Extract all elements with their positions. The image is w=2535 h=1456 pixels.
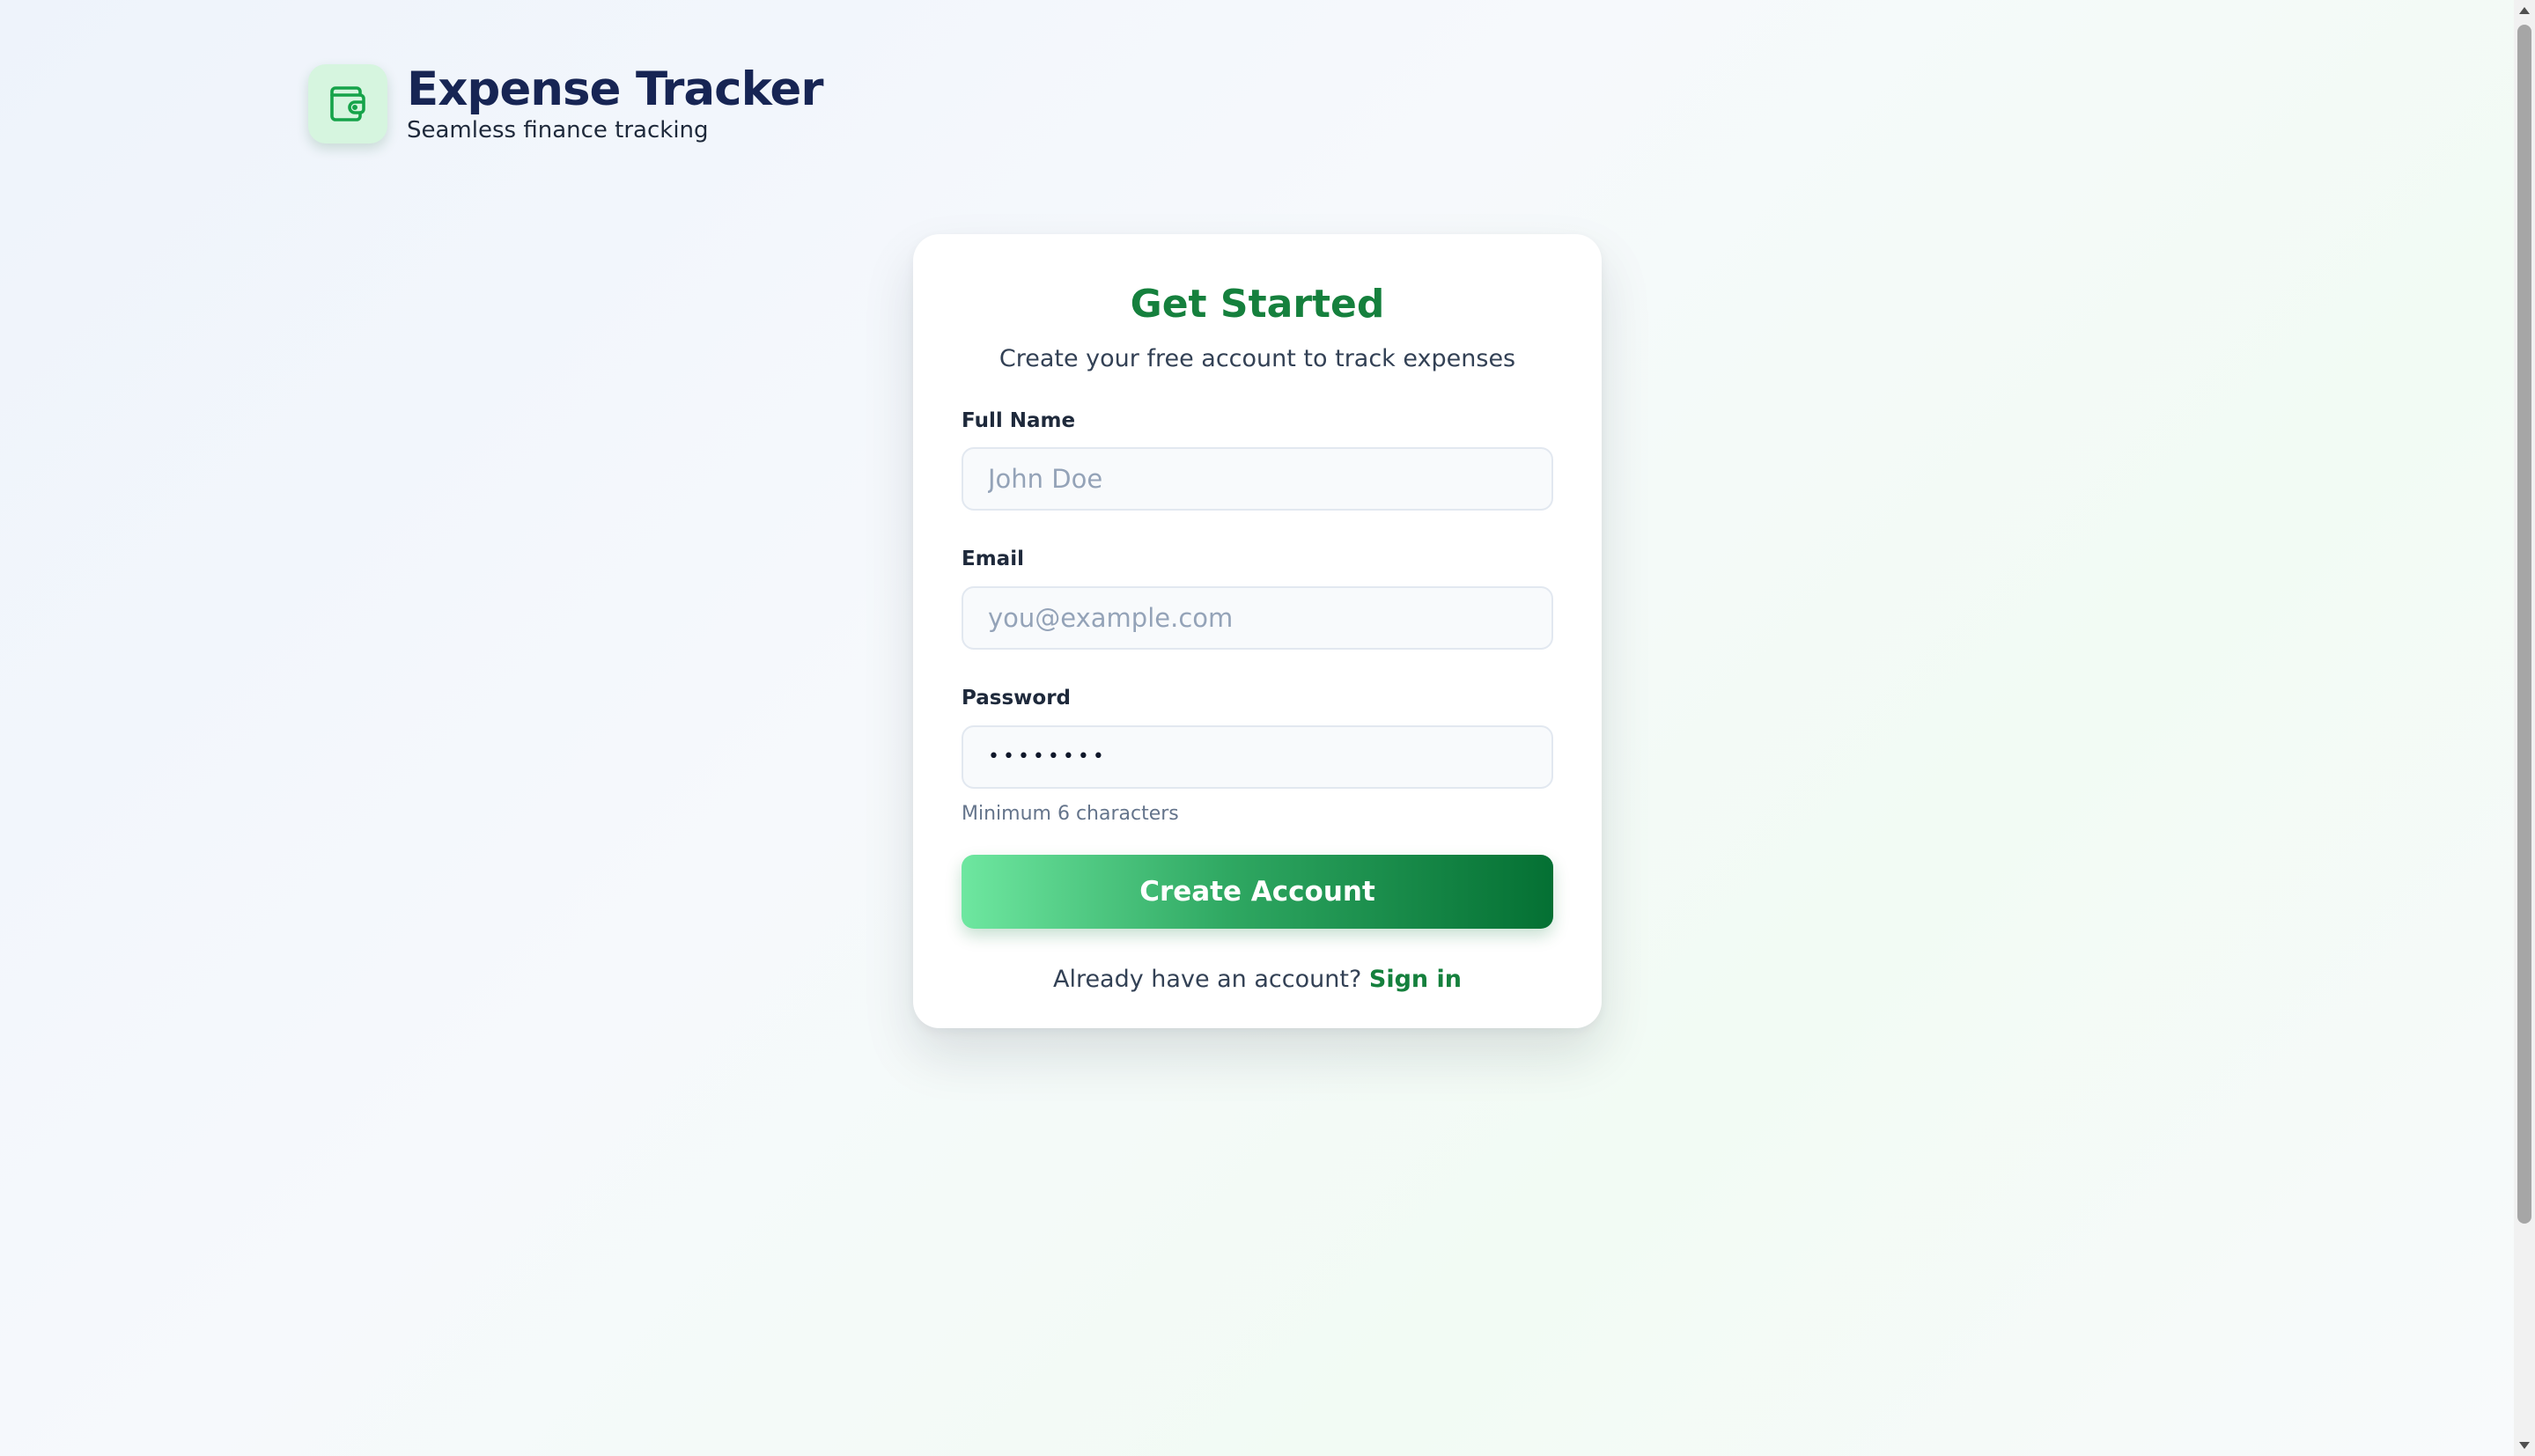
email-label: Email bbox=[962, 548, 1024, 571]
full-name-input[interactable] bbox=[962, 447, 1553, 511]
email-field: Email bbox=[962, 548, 1553, 650]
page-scrollbar[interactable] bbox=[2514, 0, 2535, 1456]
brand-header: Expense Tracker Seamless finance trackin… bbox=[308, 63, 824, 144]
scrollbar-thumb[interactable] bbox=[2517, 25, 2531, 1224]
card-subtitle: Create your free account to track expens… bbox=[999, 345, 1516, 373]
signin-link[interactable]: Sign in bbox=[1369, 966, 1462, 993]
app-title: Expense Tracker bbox=[407, 63, 824, 116]
scroll-down-arrow-icon[interactable] bbox=[2514, 1435, 2535, 1456]
signin-prompt: Already have an account? bbox=[1052, 965, 1362, 993]
card-title: Get Started bbox=[1130, 282, 1385, 327]
password-hint: Minimum 6 characters bbox=[962, 802, 1179, 825]
full-name-field: Full Name bbox=[962, 409, 1553, 511]
scroll-up-arrow-icon[interactable] bbox=[2514, 0, 2535, 21]
signin-row: Already have an account? Sign in bbox=[962, 966, 1553, 993]
password-label: Password bbox=[962, 686, 1071, 710]
password-field: Password Minimum 6 characters bbox=[962, 687, 1553, 825]
full-name-label: Full Name bbox=[962, 408, 1076, 432]
password-input[interactable] bbox=[962, 724, 1553, 789]
wallet-icon bbox=[308, 64, 387, 144]
create-account-button[interactable]: Create Account bbox=[962, 854, 1553, 929]
signup-card: Get Started Create your free account to … bbox=[913, 234, 1602, 1028]
email-input[interactable] bbox=[962, 585, 1553, 650]
app-subtitle: Seamless finance tracking bbox=[407, 117, 709, 144]
brand-text: Expense Tracker Seamless finance trackin… bbox=[407, 63, 824, 144]
